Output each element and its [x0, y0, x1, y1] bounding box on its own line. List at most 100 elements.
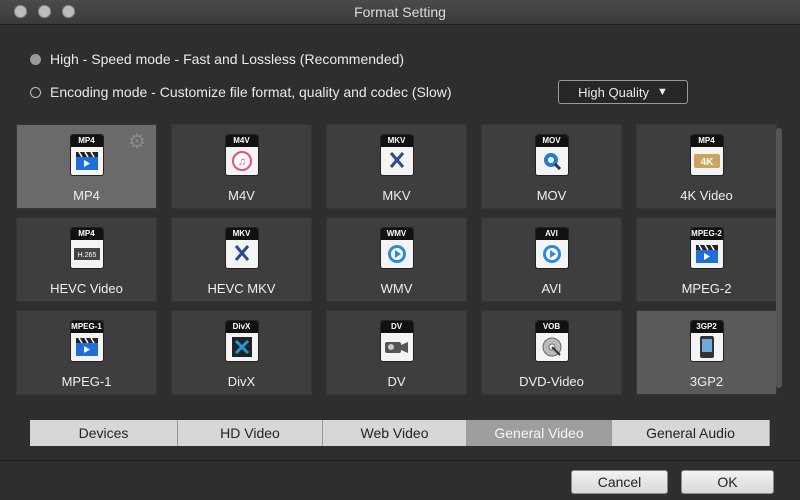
file-format-icon: VOB: [535, 321, 568, 361]
format-label: MOV: [536, 188, 567, 203]
mkv-logo-icon: [226, 240, 258, 268]
clapper-icon: [71, 333, 103, 361]
dvd-disc-icon: [536, 333, 568, 361]
media-player-icon: [536, 240, 568, 268]
h265-icon: H.265: [71, 240, 103, 268]
settings-gear-icon[interactable]: ⚙: [128, 131, 150, 153]
tab-general-video[interactable]: General Video: [467, 420, 612, 446]
camcorder-icon: [381, 333, 413, 361]
file-format-icon: MKV: [380, 135, 413, 175]
file-format-icon: MPEG-1: [70, 321, 103, 361]
file-format-icon: DV: [380, 321, 413, 361]
cancel-button[interactable]: Cancel: [571, 470, 668, 494]
tab-devices[interactable]: Devices: [30, 420, 178, 446]
footer-divider: [0, 460, 800, 461]
dropdown-arrow-icon: ▼: [656, 86, 668, 98]
clapper-icon: [71, 147, 103, 175]
mode-high-speed-option[interactable]: High - Speed mode - Fast and Lossless (R…: [30, 51, 404, 67]
format-tile-3gp2[interactable]: 3GP2 3GP2: [636, 310, 777, 395]
file-format-icon: M4V ♫: [225, 135, 258, 175]
format-tile-mov[interactable]: MOV MOV: [481, 124, 622, 209]
mode-high-speed-label: High - Speed mode - Fast and Lossless (R…: [50, 51, 405, 67]
format-tile-hevc-video[interactable]: MP4 H.265 HEVC Video: [16, 217, 157, 302]
quicktime-icon: [536, 147, 568, 175]
file-format-icon: DivX: [225, 321, 258, 361]
format-label: WMV: [380, 281, 413, 296]
format-label: MPEG-2: [681, 281, 732, 296]
4k-icon: 4K: [691, 147, 723, 175]
format-label: DVD-Video: [519, 374, 584, 389]
file-format-icon: MPEG-2: [690, 228, 723, 268]
file-format-icon: WMV: [380, 228, 413, 268]
mode-encoding-label: Encoding mode - Customize file format, q…: [50, 84, 452, 100]
format-label: HEVC MKV: [207, 281, 276, 296]
format-label: DV: [387, 374, 406, 389]
format-tile-dv[interactable]: DV DV: [326, 310, 467, 395]
file-format-icon: 3GP2: [690, 321, 723, 361]
format-label: MP4: [73, 188, 100, 203]
tab-hd-video[interactable]: HD Video: [178, 420, 323, 446]
format-badge: 3GP2: [690, 321, 723, 333]
file-format-icon: MP4: [70, 135, 103, 175]
format-badge: MKV: [380, 135, 413, 147]
format-badge: WMV: [380, 228, 413, 240]
format-badge: MP4: [70, 228, 103, 240]
file-format-icon: AVI: [535, 228, 568, 268]
tab-general-audio[interactable]: General Audio: [612, 420, 770, 446]
format-badge: VOB: [535, 321, 568, 333]
format-label: MPEG-1: [61, 374, 112, 389]
format-label: M4V: [228, 188, 255, 203]
format-badge: MP4: [70, 135, 103, 147]
quality-dropdown[interactable]: High Quality ▼: [558, 80, 688, 104]
format-grid: MP4 ⚙ MP4 M4V ♫ M4V MKV MKV MOV MOV MP4 4K 4K Video M…: [12, 120, 788, 402]
format-badge: MKV: [225, 228, 258, 240]
file-format-icon: MKV: [225, 228, 258, 268]
format-badge: M4V: [225, 135, 258, 147]
phone-icon: [691, 333, 723, 361]
format-badge: DivX: [225, 321, 258, 333]
format-tile-wmv[interactable]: WMV WMV: [326, 217, 467, 302]
divx-icon: [226, 333, 258, 361]
format-label: 4K Video: [680, 188, 733, 203]
format-badge: DV: [380, 321, 413, 333]
file-format-icon: MOV: [535, 135, 568, 175]
format-badge: MPEG-2: [690, 228, 723, 240]
format-tile-hevc-mkv[interactable]: MKV HEVC MKV: [171, 217, 312, 302]
format-label: MKV: [382, 188, 411, 203]
format-label: AVI: [541, 281, 562, 296]
format-grid-scrollbar[interactable]: [776, 128, 782, 388]
format-badge: MP4: [690, 135, 723, 147]
format-label: 3GP2: [689, 374, 724, 389]
ok-button[interactable]: OK: [681, 470, 774, 494]
format-tile-m4v[interactable]: M4V ♫ M4V: [171, 124, 312, 209]
format-badge: MOV: [535, 135, 568, 147]
format-tile-mpeg-1[interactable]: MPEG-1 MPEG-1: [16, 310, 157, 395]
window-title: Format Setting: [354, 4, 446, 20]
format-tile-divx[interactable]: DivX DivX: [171, 310, 312, 395]
mkv-logo-icon: [381, 147, 413, 175]
format-tile-4k-video[interactable]: MP4 4K 4K Video: [636, 124, 777, 209]
radio-unselected-icon[interactable]: [30, 86, 41, 98]
format-label: HEVC Video: [50, 281, 123, 296]
svg-text:H.265: H.265: [77, 252, 96, 259]
clapper-icon: [691, 240, 723, 268]
itunes-icon: ♫: [226, 147, 258, 175]
mode-encoding-option[interactable]: Encoding mode - Customize file format, q…: [30, 84, 452, 100]
format-tile-mpeg-2[interactable]: MPEG-2 MPEG-2: [636, 217, 777, 302]
format-badge: MPEG-1: [70, 321, 103, 333]
format-tile-avi[interactable]: AVI AVI: [481, 217, 622, 302]
format-tile-dvd-video[interactable]: VOB DVD-Video: [481, 310, 622, 395]
svg-text:♫: ♫: [237, 156, 245, 168]
format-tile-mkv[interactable]: MKV MKV: [326, 124, 467, 209]
format-badge: AVI: [535, 228, 568, 240]
format-tile-mp4[interactable]: MP4 ⚙ MP4: [16, 124, 157, 209]
radio-selected-icon[interactable]: [30, 53, 41, 65]
svg-text:4K: 4K: [700, 157, 714, 168]
quality-value: High Quality: [578, 84, 649, 100]
media-player-icon: [381, 240, 413, 268]
tab-web-video[interactable]: Web Video: [323, 420, 467, 446]
title-bar: Format Setting: [0, 0, 800, 25]
file-format-icon: MP4 H.265: [70, 228, 103, 268]
category-tabs: Devices HD Video Web Video General Video Gen…: [30, 420, 770, 446]
file-format-icon: MP4 4K: [690, 135, 723, 175]
